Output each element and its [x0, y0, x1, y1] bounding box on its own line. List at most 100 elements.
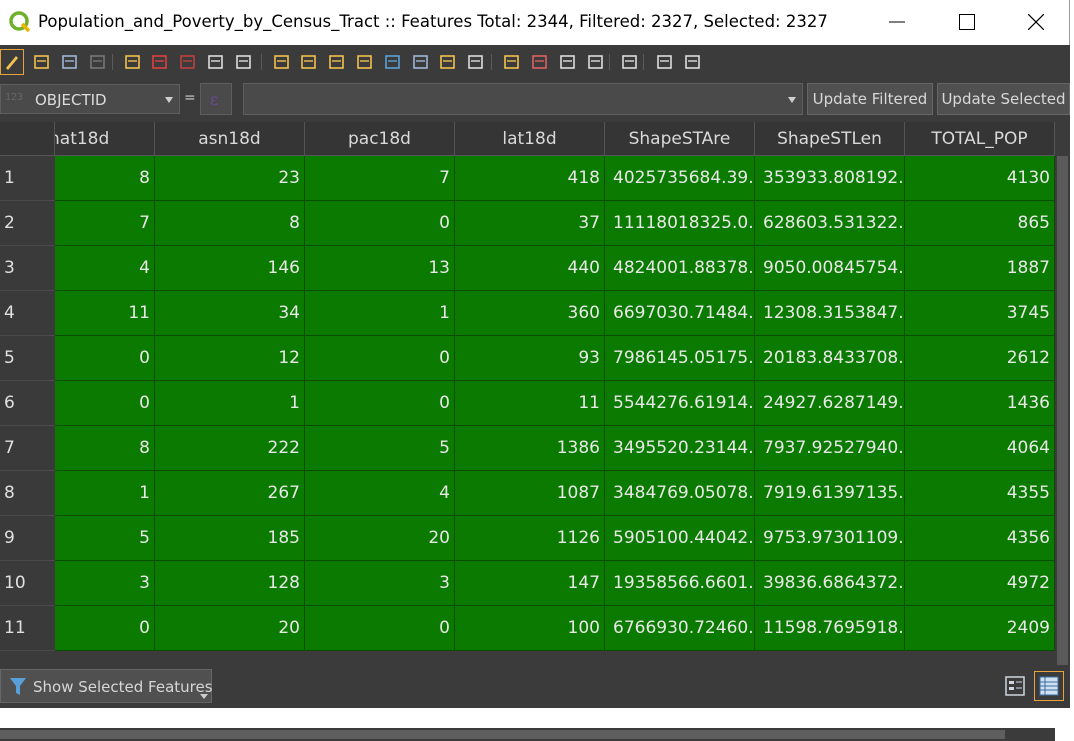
table-cell[interactable]: 20 [155, 606, 305, 651]
table-cell[interactable]: 2612 [905, 336, 1055, 381]
table-cell[interactable]: 3745 [905, 291, 1055, 336]
table-cell[interactable]: 353933.808192... [755, 156, 905, 201]
field-calculator-icon[interactable] [559, 53, 577, 71]
dock-icon[interactable] [656, 53, 674, 71]
table-row[interactable]: 4 11 34 1 360 6697030.71484... 12308.3153847..… [0, 291, 1055, 336]
move-selection-top-icon[interactable] [412, 53, 430, 71]
table-cell[interactable]: 3484769.05078... [605, 471, 755, 516]
table-cell[interactable]: 4 [55, 246, 155, 291]
row-number[interactable]: 7 [0, 426, 55, 471]
table-cell[interactable]: 12 [155, 336, 305, 381]
table-cell[interactable]: 13 [305, 246, 455, 291]
table-cell[interactable]: 628603.531322... [755, 201, 905, 246]
table-row[interactable]: 1 8 23 7 418 4025735684.39... 353933.808192...… [0, 156, 1055, 201]
delete-field-icon[interactable] [531, 53, 549, 71]
row-number[interactable]: 3 [0, 246, 55, 291]
table-cell[interactable]: 6697030.71484... [605, 291, 755, 336]
table-cell[interactable]: 0 [305, 201, 455, 246]
table-cell[interactable]: 4025735684.39... [605, 156, 755, 201]
horizontal-scrollbar[interactable] [0, 728, 1055, 741]
column-header-shapestlen[interactable]: ShapeSTLen [755, 122, 905, 156]
row-number[interactable]: 9 [0, 516, 55, 561]
table-cell[interactable]: 34 [155, 291, 305, 336]
table-cell[interactable]: 4355 [905, 471, 1055, 516]
table-cell[interactable]: 11598.7695918... [755, 606, 905, 651]
column-header-shapestare[interactable]: ShapeSTAre [605, 122, 755, 156]
table-cell[interactable]: 4972 [905, 561, 1055, 606]
table-cell[interactable]: 360 [455, 291, 605, 336]
minimize-button[interactable] [862, 0, 932, 45]
maximize-button[interactable] [932, 0, 1002, 45]
horizontal-scroll-thumb[interactable] [0, 730, 1005, 739]
value-combo[interactable] [243, 83, 803, 115]
table-cell[interactable]: 37 [455, 201, 605, 246]
table-cell[interactable]: 7937.92527940... [755, 426, 905, 471]
table-cell[interactable]: 4 [305, 471, 455, 516]
table-cell[interactable]: 1436 [905, 381, 1055, 426]
column-header-nat18d[interactable]: nat18d [55, 122, 155, 156]
column-header-pac18d[interactable]: pac18d [305, 122, 455, 156]
table-cell[interactable]: 20183.8433708... [755, 336, 905, 381]
table-row[interactable]: 6 0 1 0 11 5544276.61914... 24927.6287149... 14… [0, 381, 1055, 426]
field-select[interactable]: 123 OBJECTID [0, 84, 180, 114]
table-cell[interactable]: 12308.3153847... [755, 291, 905, 336]
table-row[interactable]: 7 8 222 5 1386 3495520.23144... 7937.92527940.… [0, 426, 1055, 471]
row-number[interactable]: 1 [0, 156, 55, 201]
table-row[interactable]: 5 0 12 0 93 7986145.05175... 20183.8433708... 2… [0, 336, 1055, 381]
table-cell[interactable]: 0 [305, 336, 455, 381]
table-cell[interactable]: 8 [55, 426, 155, 471]
table-row[interactable]: 8 1 267 4 1087 3484769.05078... 7919.61397135.… [0, 471, 1055, 516]
table-cell[interactable]: 7 [305, 156, 455, 201]
column-header-total_pop[interactable]: TOTAL_POP [905, 122, 1055, 156]
help-icon[interactable] [684, 53, 702, 71]
select-by-expression-icon[interactable] [273, 53, 291, 71]
table-cell[interactable]: 185 [155, 516, 305, 561]
actions-icon[interactable] [621, 53, 639, 71]
table-cell[interactable]: 3 [305, 561, 455, 606]
table-row[interactable]: 9 5 185 20 1126 5905100.44042... 9753.97301109… [0, 516, 1055, 561]
table-cell[interactable]: 418 [455, 156, 605, 201]
multi-edit-icon[interactable] [33, 53, 51, 71]
table-cell[interactable]: 7986145.05175... [605, 336, 755, 381]
invert-selection-icon[interactable] [328, 53, 346, 71]
row-number[interactable]: 8 [0, 471, 55, 516]
row-number[interactable]: 11 [0, 606, 55, 651]
row-number[interactable]: 6 [0, 381, 55, 426]
copy-icon[interactable] [207, 53, 225, 71]
row-number[interactable]: 10 [0, 561, 55, 606]
new-field-icon[interactable] [503, 53, 521, 71]
update-filtered-button[interactable]: Update Filtered [807, 83, 933, 115]
table-cell[interactable]: 0 [55, 381, 155, 426]
column-header-lat18d[interactable]: lat18d [455, 122, 605, 156]
table-cell[interactable]: 7 [55, 201, 155, 246]
table-cell[interactable]: 6766930.72460... [605, 606, 755, 651]
delete-feature-icon[interactable] [151, 53, 169, 71]
column-header-asn18d[interactable]: asn18d [155, 122, 305, 156]
select-all-icon[interactable] [300, 53, 318, 71]
table-cell[interactable]: 20 [305, 516, 455, 561]
show-features-button[interactable]: Show Selected Features [0, 669, 213, 703]
table-cell[interactable]: 147 [455, 561, 605, 606]
table-cell[interactable]: 11 [55, 291, 155, 336]
table-row[interactable]: 2 7 8 0 37 11118018325.0... 628603.531322... 86… [0, 201, 1055, 246]
form-view-button[interactable] [1000, 671, 1030, 701]
add-feature-icon[interactable] [124, 53, 142, 71]
table-cell[interactable]: 93 [455, 336, 605, 381]
table-cell[interactable]: 440 [455, 246, 605, 291]
row-number[interactable]: 5 [0, 336, 55, 381]
table-cell[interactable]: 7919.61397135... [755, 471, 905, 516]
table-cell[interactable]: 11 [455, 381, 605, 426]
table-cell[interactable]: 39836.6864372... [755, 561, 905, 606]
table-cell[interactable]: 0 [55, 606, 155, 651]
update-selected-button[interactable]: Update Selected [937, 83, 1070, 115]
table-cell[interactable]: 865 [905, 201, 1055, 246]
row-number[interactable]: 4 [0, 291, 55, 336]
save-edits-icon[interactable] [61, 53, 79, 71]
table-row[interactable]: 11 0 20 0 100 6766930.72460... 11598.7695918..… [0, 606, 1055, 651]
table-cell[interactable]: 3495520.23144... [605, 426, 755, 471]
table-row[interactable]: 3 4 146 13 440 4824001.88378... 9050.00845754.… [0, 246, 1055, 291]
table-cell[interactable]: 8 [55, 156, 155, 201]
table-cell[interactable]: 0 [305, 381, 455, 426]
table-cell[interactable]: 23 [155, 156, 305, 201]
row-number[interactable]: 2 [0, 201, 55, 246]
